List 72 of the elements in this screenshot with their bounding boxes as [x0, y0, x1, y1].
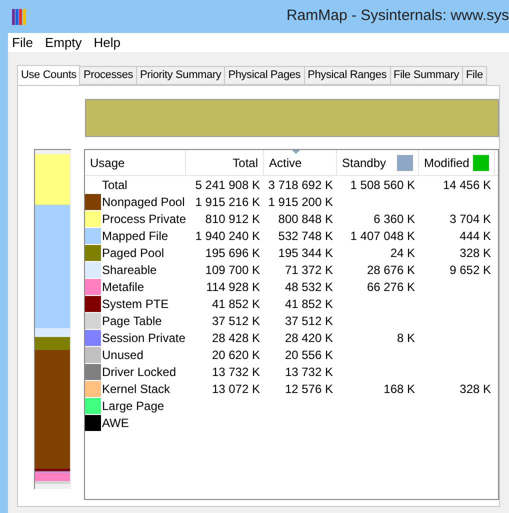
table-cell-text: Nonpaged Pool: [102, 194, 185, 210]
table-cell-text: 20 556 K: [284, 346, 333, 364]
tab[interactable]: Physical Pages: [224, 66, 305, 85]
table-cell-text: 28 428 K: [212, 330, 260, 346]
table-cell-text: Page Table: [102, 312, 162, 330]
table-cell-text: 1 508 560 K: [350, 176, 415, 194]
table-cell-text: 9 652 K: [450, 262, 491, 278]
table-cell-text: 3 718 692 K: [268, 176, 333, 194]
table-cell-text: 1 940 240 K: [195, 228, 260, 244]
tab[interactable]: File Summary: [390, 66, 463, 85]
column-header[interactable]: Usage: [85, 150, 186, 175]
menu-item[interactable]: Empty: [44, 32, 82, 52]
table-cell-text: 532 748 K: [278, 228, 333, 244]
table-cell-text: 13 732 K: [212, 364, 260, 380]
table-cell-text: Driver Locked: [102, 364, 176, 380]
table-cell-text: 444 K: [460, 228, 491, 244]
column-header[interactable]: Active: [264, 150, 337, 175]
table-cell-text: 195 344 K: [278, 244, 333, 262]
table-cell-text: 48 532 K: [284, 278, 333, 296]
window-title: RamMap - Sysinternals: www.sys: [286, 6, 509, 26]
tab[interactable]: Use Counts: [17, 65, 80, 85]
tab[interactable]: Processes: [79, 66, 138, 85]
table-cell-text: 5 241 908 K: [195, 176, 260, 194]
table-cell-text: Paged Pool: [102, 244, 164, 262]
table-cell-text: 109 700 K: [205, 262, 260, 278]
column-header[interactable]: Standby: [337, 150, 419, 175]
table-cell-text: 41 852 K: [284, 296, 333, 312]
table-cell-text: 168 K: [384, 380, 415, 398]
table-cell-text: 13 732 K: [284, 364, 333, 380]
table-cell-text: 8 K: [396, 330, 415, 346]
table-cell-text: 28 676 K: [366, 262, 415, 278]
table-cell-text: 24 K: [390, 244, 415, 262]
column-header[interactable]: Modified: [419, 150, 495, 175]
table-cell-text: 37 512 K: [212, 312, 260, 330]
menu-item[interactable]: Help: [94, 32, 121, 52]
tab[interactable]: Physical Ranges: [304, 66, 391, 85]
table-cell-text: 328 K: [460, 244, 491, 262]
table-cell-text: Metafile: [102, 278, 144, 296]
table-cell-text: 12 576 K: [284, 380, 333, 398]
table-cell-text: 3 704 K: [450, 210, 491, 228]
table-cell-text: 41 852 K: [212, 296, 260, 312]
table-cell-text: 114 928 K: [206, 278, 260, 296]
table-cell-text: AWE: [102, 414, 129, 432]
table-cell-text: 20 620 K: [212, 346, 260, 364]
table-cell-text: Shareable: [102, 262, 157, 278]
table-cell-text: 13 072 K: [212, 380, 260, 398]
table-cell-text: 14 456 K: [442, 176, 491, 194]
table-cell-text: Unused: [102, 346, 144, 364]
table-cell-text: Kernel Stack: [102, 380, 170, 398]
tab[interactable]: Priority Summary: [136, 66, 226, 85]
table-cell-text: 1 915 200 K: [268, 194, 333, 210]
table-cell-text: 810 912 K: [205, 210, 260, 228]
table-cell-text: 6 360 K: [374, 210, 415, 228]
table-cell-text: System PTE: [102, 296, 169, 312]
table-cell-text: Large Page: [102, 398, 164, 414]
app-logo-icon: [12, 8, 26, 24]
table-cell-text: 328 K: [460, 380, 491, 398]
table-cell-text: 71 372 K: [284, 262, 333, 278]
tab[interactable]: File: [462, 66, 487, 85]
column-header[interactable]: Total: [186, 150, 264, 175]
table-cell-text: 37 512 K: [284, 312, 333, 330]
table-cell-text: 1 915 216 K: [195, 194, 260, 210]
table-cell-text: Mapped File: [102, 228, 168, 244]
table-cell-text: 800 848 K: [278, 210, 333, 228]
table-cell-text: Process Private: [102, 210, 186, 228]
table-cell-text: 1 407 048 K: [350, 228, 415, 244]
table-cell-text: 66 276 K: [366, 278, 415, 296]
menu-item[interactable]: File: [12, 32, 33, 52]
table-cell-text: 195 696 K: [205, 244, 260, 262]
table-cell-text: Session Private: [102, 330, 186, 346]
table-cell-text: Total: [102, 176, 128, 194]
table-cell-text: 28 420 K: [284, 330, 333, 346]
